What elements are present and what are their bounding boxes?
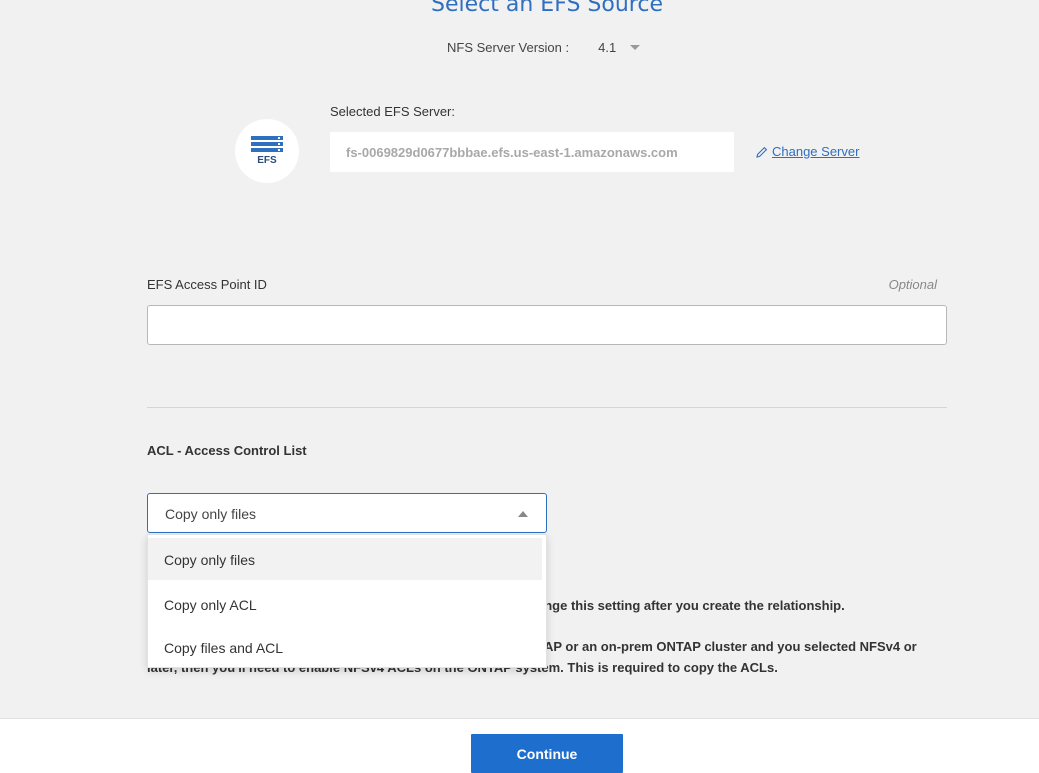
efs-server-icon: EFS bbox=[235, 119, 299, 183]
acl-option-copy-only-files[interactable]: Copy only files bbox=[148, 538, 542, 580]
nfs-version-select[interactable]: NFS Server Version : 4.1 bbox=[447, 40, 641, 55]
change-server-link[interactable]: Change Server bbox=[756, 144, 859, 159]
section-divider bbox=[147, 407, 947, 408]
acl-select-value: Copy only files bbox=[165, 506, 257, 522]
access-point-input[interactable] bbox=[147, 305, 947, 345]
acl-select[interactable]: Copy only files bbox=[147, 493, 547, 533]
continue-button[interactable]: Continue bbox=[471, 734, 623, 773]
server-rack-icon bbox=[251, 136, 283, 152]
efs-icon-label: EFS bbox=[257, 155, 277, 166]
acl-warning-text: ange this setting after you create the r… bbox=[537, 598, 845, 613]
change-server-label[interactable]: Change Server bbox=[772, 144, 859, 159]
nfs-version-value[interactable]: 4.1 bbox=[598, 40, 616, 55]
acl-option-copy-only-acl[interactable]: Copy only ACL bbox=[148, 580, 546, 623]
acl-section-title: ACL - Access Control List bbox=[147, 443, 307, 458]
selected-server-label: Selected EFS Server: bbox=[330, 104, 455, 119]
page-title: Select an EFS Source bbox=[431, 0, 663, 17]
acl-dropdown-menu: Copy only files Copy only ACL Copy files… bbox=[147, 534, 547, 668]
chevron-down-icon[interactable] bbox=[630, 45, 641, 50]
pencil-icon bbox=[756, 146, 768, 158]
nfs-version-label: NFS Server Version : bbox=[447, 40, 570, 55]
access-point-label: EFS Access Point ID bbox=[147, 277, 267, 292]
acl-info-text-line1: TAP or an on-prem ONTAP cluster and you … bbox=[537, 639, 917, 654]
selected-server-value: fs-0069829d0677bbbae.efs.us-east-1.amazo… bbox=[330, 132, 734, 172]
optional-hint: Optional bbox=[888, 277, 937, 292]
acl-option-copy-files-and-acl[interactable]: Copy files and ACL bbox=[148, 623, 546, 666]
chevron-up-icon bbox=[518, 511, 528, 517]
